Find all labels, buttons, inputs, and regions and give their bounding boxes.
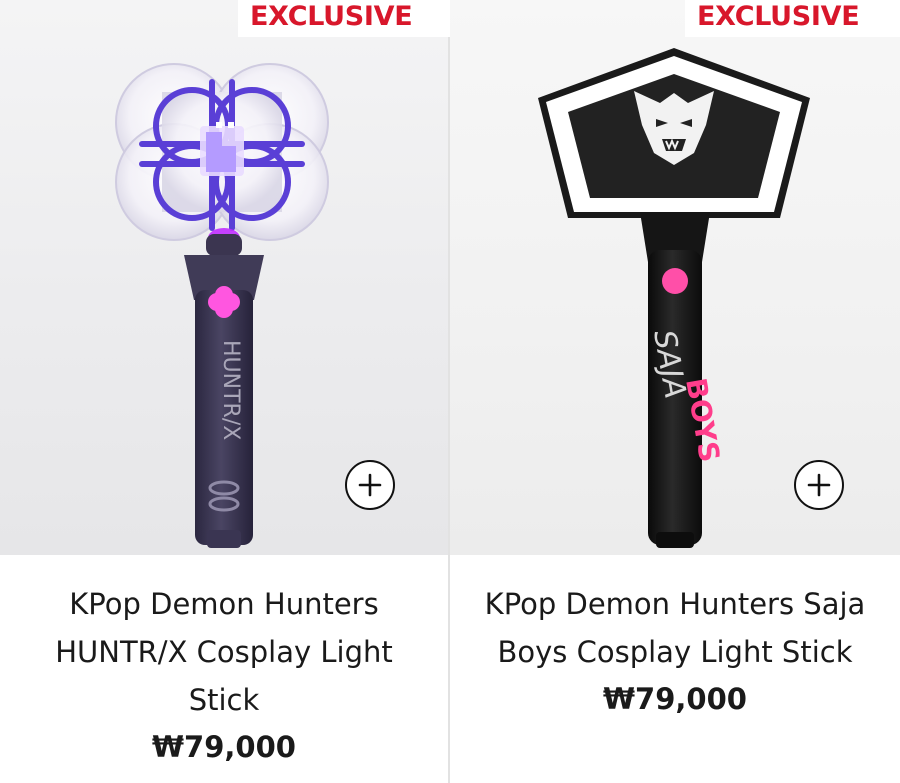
add-to-cart-button[interactable]: [794, 460, 844, 510]
plus-circle-icon: [807, 473, 831, 497]
product-card-huntrx[interactable]: HUNTR/X EXCLUSIVE KPop Demon Hunters HUN…: [0, 0, 450, 783]
product-price: ₩79,000: [152, 730, 296, 764]
plus-circle-icon: [358, 473, 382, 497]
product-price: ₩79,000: [603, 682, 747, 716]
exclusive-badge: EXCLUSIVE: [685, 0, 900, 37]
product-card-saja-boys[interactable]: SAJA BOYS EXCLUSIVE KPop Demon Hunters S…: [450, 0, 900, 783]
huntrx-handle-text: HUNTR/X: [218, 340, 243, 440]
exclusive-badge: EXCLUSIVE: [238, 0, 450, 37]
product-info: KPop Demon Hunters HUNTR/X Cosplay Light…: [0, 580, 448, 770]
add-to-cart-button[interactable]: [345, 460, 395, 510]
product-grid: HUNTR/X EXCLUSIVE KPop Demon Hunters HUN…: [0, 0, 900, 783]
product-info: KPop Demon Hunters Saja Boys Cosplay Lig…: [450, 580, 900, 722]
product-title[interactable]: KPop Demon Hunters HUNTR/X Cosplay Light…: [14, 580, 434, 724]
product-title[interactable]: KPop Demon Hunters Saja Boys Cosplay Lig…: [455, 580, 895, 676]
